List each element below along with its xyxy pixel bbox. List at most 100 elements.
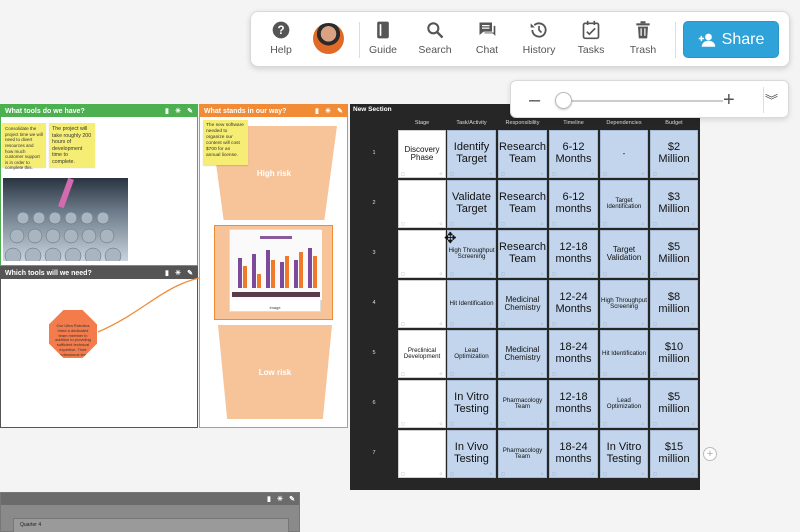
comment-icon[interactable]: ▢ (552, 371, 556, 376)
reaction-icon[interactable]: ☺ (591, 171, 595, 176)
table-cell-responsibility[interactable]: Research Team ▢ ☺ (498, 230, 547, 278)
table-cell-dependencies[interactable]: High Throughput Screening ▢ ☺ (600, 280, 648, 328)
sticky-note[interactable]: The project will take roughly 200 hours … (49, 123, 95, 167)
reaction-icon[interactable]: ☺ (439, 421, 443, 426)
table-cell-budget[interactable]: $2 Million ▢ ☺ (650, 130, 698, 178)
comment-icon[interactable]: ▢ (552, 471, 556, 476)
comment-icon[interactable]: ▢ (653, 171, 657, 176)
search-button[interactable]: Search (413, 20, 457, 56)
reaction-icon[interactable]: ☺ (439, 471, 443, 476)
comment-icon[interactable]: ▢ (603, 321, 607, 326)
reaction-icon[interactable]: ☺ (540, 421, 544, 426)
reaction-icon[interactable]: ☺ (540, 221, 544, 226)
comment-icon[interactable]: ▢ (603, 371, 607, 376)
reaction-icon[interactable]: ☺ (641, 171, 645, 176)
table-cell-timeline[interactable]: 12-24 Months ▢ ☺ (549, 280, 598, 328)
comment-icon[interactable]: ▢ (653, 271, 657, 276)
reaction-icon[interactable]: ☺ (439, 321, 443, 326)
comment-icon[interactable]: ▢ (603, 271, 607, 276)
comment-icon[interactable]: ▢ (552, 171, 556, 176)
sticky-note[interactable]: Consolidate the project time we will nee… (2, 123, 46, 170)
zoom-slider-track[interactable] (563, 100, 723, 102)
comment-icon[interactable]: ▢ (552, 271, 556, 276)
comment-icon[interactable]: ▢ (653, 471, 657, 476)
reaction-icon[interactable]: ☺ (591, 271, 595, 276)
comment-icon[interactable]: ▢ (603, 471, 607, 476)
section-header[interactable]: ▮ ☀ ✎ (1, 493, 299, 505)
reaction-icon[interactable]: ☺ (489, 371, 493, 376)
table-cell-responsibility[interactable]: Pharmacology Team ▢ ☺ (498, 430, 547, 478)
table-cell-dependencies[interactable]: Hit Identification ▢ ☺ (600, 330, 648, 378)
comment-icon[interactable]: ▢ (450, 221, 454, 226)
table-cell-responsibility[interactable]: Research Team ▢ ☺ (498, 130, 547, 178)
comment-icon[interactable]: ▢ (552, 221, 556, 226)
reaction-icon[interactable]: ☺ (691, 421, 695, 426)
comment-icon[interactable]: ▢ (501, 171, 505, 176)
table-cell-stage[interactable]: ▢ ☺ (398, 230, 446, 278)
table-cell-budget[interactable]: $10 million ▢ ☺ (650, 330, 698, 378)
comment-icon[interactable]: ▢ (450, 421, 454, 426)
reaction-icon[interactable]: ☺ (641, 421, 645, 426)
reaction-icon[interactable]: ☺ (439, 371, 443, 376)
reaction-icon[interactable]: ☺ (540, 471, 544, 476)
comment-icon[interactable]: ▢ (501, 321, 505, 326)
comment-icon[interactable]: ▢ (501, 271, 505, 276)
reaction-icon[interactable]: ☺ (540, 321, 544, 326)
table-cell-stage[interactable]: ▢ ☺ (398, 380, 446, 428)
sticky-note[interactable]: The new software needed to organize our … (203, 120, 248, 165)
lightbulb-icon[interactable]: ☀ (325, 107, 331, 115)
comment-icon[interactable]: ▢ (653, 421, 657, 426)
note-icon[interactable]: ▮ (267, 495, 271, 503)
tasks-button[interactable]: Tasks (569, 20, 613, 56)
note-icon[interactable]: ▮ (165, 107, 169, 115)
comment-icon[interactable]: ▢ (653, 321, 657, 326)
comment-icon[interactable]: ▢ (653, 221, 657, 226)
table-cell-responsibility[interactable]: Pharmacology Team ▢ ☺ (498, 380, 547, 428)
comment-icon[interactable]: ▢ (450, 471, 454, 476)
comment-icon[interactable]: ▢ (653, 371, 657, 376)
table-cell-timeline[interactable]: 18-24 months ▢ ☺ (549, 330, 598, 378)
low-risk-zone[interactable]: Low risk (218, 325, 332, 419)
comment-icon[interactable]: ▢ (501, 421, 505, 426)
table-cell-dependencies[interactable]: Target Validation ▢ ☺ (600, 230, 648, 278)
comment-icon[interactable]: ▢ (450, 171, 454, 176)
comment-icon[interactable]: ▢ (450, 371, 454, 376)
table-cell-task[interactable]: Validate Target ▢ ☺ (447, 180, 496, 228)
lightbulb-icon[interactable]: ☀ (277, 495, 283, 503)
comment-icon[interactable]: ▢ (401, 421, 405, 426)
section-header[interactable]: What tools do we have? ▮ ☀ ✎ (1, 105, 197, 117)
edit-icon[interactable]: ✎ (337, 107, 343, 115)
reaction-icon[interactable]: ☺ (439, 171, 443, 176)
reaction-icon[interactable]: ☺ (641, 371, 645, 376)
comment-icon[interactable]: ▢ (401, 221, 405, 226)
chart-image-card[interactable]: Image (214, 225, 333, 320)
reaction-icon[interactable]: ☺ (641, 321, 645, 326)
table-cell-budget[interactable]: $5 Million ▢ ☺ (650, 230, 698, 278)
user-avatar[interactable] (313, 23, 344, 54)
reaction-icon[interactable]: ☺ (591, 471, 595, 476)
table-cell-dependencies[interactable]: Lead Optimization ▢ ☺ (600, 380, 648, 428)
reaction-icon[interactable]: ☺ (591, 371, 595, 376)
reaction-icon[interactable]: ☺ (641, 471, 645, 476)
comment-icon[interactable]: ▢ (401, 371, 405, 376)
table-cell-responsibility[interactable]: Medicinal Chemistry ▢ ☺ (498, 280, 547, 328)
table-cell-budget[interactable]: $15 million ▢ ☺ (650, 430, 698, 478)
comment-icon[interactable]: ▢ (501, 471, 505, 476)
comment-icon[interactable]: ▢ (603, 221, 607, 226)
zoom-in-button[interactable]: + (723, 89, 735, 112)
comment-icon[interactable]: ▢ (603, 171, 607, 176)
note-icon[interactable]: ▮ (315, 107, 319, 115)
table-cell-responsibility[interactable]: Medicinal Chemistry ▢ ☺ (498, 330, 547, 378)
table-cell-dependencies[interactable]: Target Identification ▢ ☺ (600, 180, 648, 228)
table-cell-dependencies[interactable]: In Vitro Testing ▢ ☺ (600, 430, 648, 478)
comment-icon[interactable]: ▢ (552, 321, 556, 326)
table-cell-stage[interactable]: ▢ ☺ (398, 280, 446, 328)
comment-icon[interactable]: ▢ (401, 271, 405, 276)
reaction-icon[interactable]: ☺ (591, 421, 595, 426)
table-cell-timeline[interactable]: 18-24 months ▢ ☺ (549, 430, 598, 478)
section-header[interactable]: What stands in our way? ▮ ☀ ✎ (200, 105, 347, 117)
history-button[interactable]: History (517, 20, 561, 56)
reaction-icon[interactable]: ☺ (591, 321, 595, 326)
edit-icon[interactable]: ✎ (289, 495, 295, 503)
reaction-icon[interactable]: ☺ (540, 271, 544, 276)
